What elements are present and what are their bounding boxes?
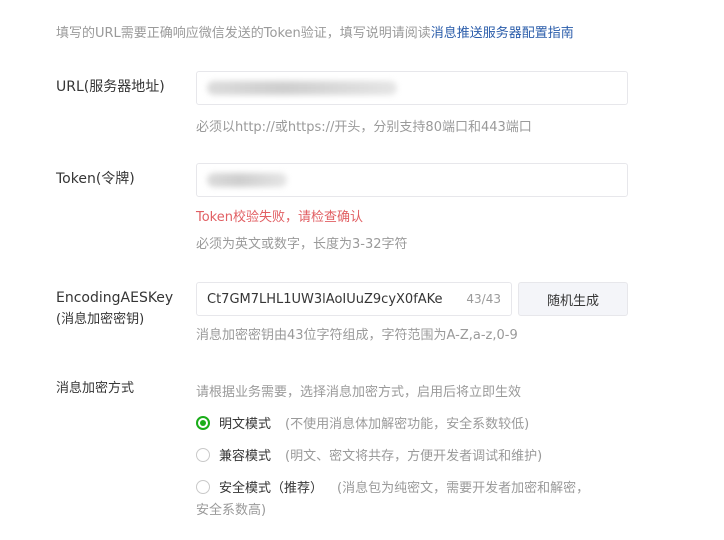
token-error: Token校验失败，请检查确认 — [196, 210, 363, 225]
encrypt-label: 消息加密方式 — [56, 381, 135, 396]
aes-key-value: Ct7GM7LHL1UW3lAoIUuZ9cyX0fAKe — [207, 291, 443, 307]
option-description-continued: 安全系数高) — [196, 503, 267, 518]
url-redacted-value — [207, 81, 397, 95]
radio-plaintext-mode[interactable]: 明文模式 (不使用消息体加解密功能，安全系数较低) — [196, 413, 529, 432]
radio-checked-icon[interactable] — [196, 415, 210, 430]
token-redacted-value — [207, 173, 287, 187]
aes-label: EncodingAESKey (消息加密密钥) — [56, 287, 173, 331]
option-label: 兼容模式 — [219, 449, 272, 464]
intro-text: 填写的URL需要正确响应微信发送的Token验证，填写说明请阅读消息推送服务器配… — [56, 22, 574, 41]
config-guide-link[interactable]: 消息推送服务器配置指南 — [431, 26, 574, 41]
aes-label-line2: (消息加密密钥) — [56, 312, 145, 327]
token-input[interactable] — [196, 163, 628, 197]
token-hint: 必须为英文或数字，长度为3-32字符 — [196, 237, 408, 252]
option-description: (明文、密文将共存，方便开发者调试和维护) — [285, 449, 543, 464]
aes-key-input[interactable]: Ct7GM7LHL1UW3lAoIUuZ9cyX0fAKe 43/43 — [196, 282, 512, 316]
option-description: (消息包为纯密文，需要开发者加密和解密， — [337, 481, 590, 496]
random-generate-button[interactable]: 随机生成 — [518, 282, 628, 316]
url-label: URL(服务器地址) — [56, 79, 165, 95]
encrypt-hint: 请根据业务需要，选择消息加密方式，启用后将立即生效 — [196, 385, 522, 400]
radio-compatible-mode[interactable]: 兼容模式 (明文、密文将共存，方便开发者调试和维护) — [196, 445, 542, 464]
option-label: 安全模式（推荐） — [219, 481, 324, 496]
token-label: Token(令牌) — [56, 171, 135, 187]
radio-unchecked-icon[interactable] — [196, 447, 210, 462]
aes-hint: 消息加密密钥由43位字符组成，字符范围为A-Z,a-z,0-9 — [196, 328, 518, 343]
option-label: 明文模式 — [219, 417, 272, 432]
intro-description: 填写的URL需要正确响应微信发送的Token验证，填写说明请阅读 — [56, 26, 431, 41]
option-description: (不使用消息体加解密功能，安全系数较低) — [285, 417, 530, 432]
aes-key-counter: 43/43 — [466, 292, 501, 306]
radio-unchecked-icon[interactable] — [196, 479, 210, 494]
url-input[interactable] — [196, 71, 628, 105]
radio-secure-mode[interactable]: 安全模式（推荐） (消息包为纯密文，需要开发者加密和解密， — [196, 477, 589, 496]
aes-label-line1: EncodingAESKey — [56, 290, 174, 306]
url-hint: 必须以http://或https://开头，分别支持80端口和443端口 — [196, 120, 532, 135]
